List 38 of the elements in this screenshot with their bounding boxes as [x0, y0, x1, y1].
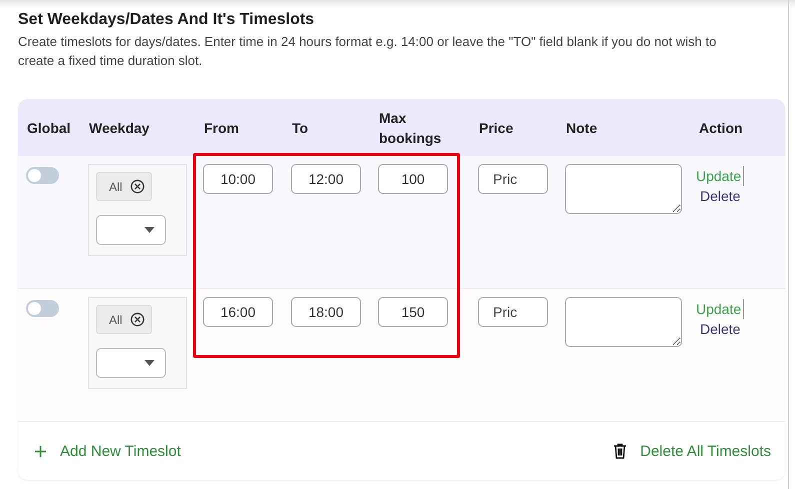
weekday-select[interactable]: All — [88, 164, 187, 256]
weekday-chip[interactable]: All — [96, 305, 152, 334]
column-header: Action — [699, 118, 743, 138]
note-field[interactable] — [565, 164, 682, 214]
column-header: Global — [27, 118, 71, 138]
add-timeslot-button[interactable]: Add New Timeslot — [34, 442, 181, 460]
price-field[interactable]: Pric — [478, 164, 548, 194]
remove-icon[interactable] — [130, 179, 146, 194]
section-title: Set Weekdays/Dates And It's Timeslots — [18, 10, 314, 30]
caret-icon — [144, 227, 155, 233]
max-bookings-field[interactable]: 150 — [378, 297, 448, 327]
to-field[interactable]: 18:00 — [291, 297, 361, 327]
trash-icon — [613, 443, 628, 459]
delete-all-button[interactable]: Delete All Timeslots — [613, 442, 771, 460]
dropdown[interactable] — [96, 348, 166, 378]
from-field[interactable]: 10:00 — [203, 164, 273, 194]
plus-icon — [34, 444, 47, 458]
column-header: Price — [479, 118, 514, 138]
column-header: Note — [566, 118, 598, 138]
column-header: Weekday — [89, 118, 150, 138]
delete-link[interactable]: Delete — [696, 186, 740, 206]
weekday-chip[interactable]: All — [96, 172, 152, 201]
remove-icon[interactable] — [130, 312, 146, 327]
delete-link[interactable]: Delete — [696, 319, 740, 339]
note-field[interactable] — [565, 297, 682, 347]
global-toggle[interactable] — [26, 167, 59, 184]
column-header: From — [204, 118, 239, 138]
max-bookings-field[interactable]: 100 — [378, 164, 448, 194]
global-toggle[interactable] — [26, 300, 59, 317]
description: Create timeslots for days/dates. Enter time in 24 hours format e.g. 14:00 or leave the "TO" field blank if you do not wish to create a fixed time duration slot. — [18, 33, 718, 70]
price-field[interactable]: Pric — [478, 297, 548, 327]
dropdown[interactable] — [96, 215, 166, 245]
weekday-select[interactable]: All — [88, 297, 187, 389]
column-header: To — [292, 118, 308, 138]
from-field[interactable]: 16:00 — [203, 297, 273, 327]
caret-icon — [144, 360, 155, 366]
to-field[interactable]: 12:00 — [291, 164, 361, 194]
column-header: Max bookings — [379, 108, 442, 148]
